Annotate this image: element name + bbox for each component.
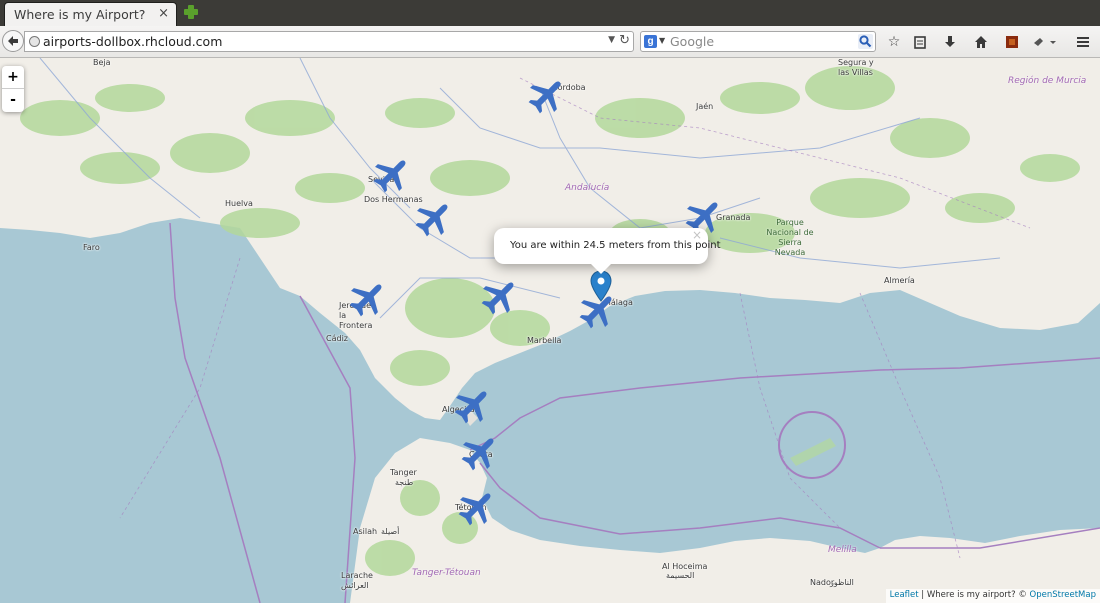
popup-tip [591,264,611,274]
map-attribution: Leaflet | Where is my airport? © OpenStr… [885,589,1100,603]
reload-icon[interactable]: ↻ [619,33,630,48]
location-popup: You are within 24.5 meters from this poi… [494,228,721,274]
engine-dropdown-icon[interactable]: ▼ [659,36,665,45]
airplane-marker-icon[interactable] [372,154,412,194]
place-label: Larache [341,571,373,580]
place-label: Tanger [390,468,417,477]
map-view[interactable]: Beja Córdoba Jaén Sevilla Dos Hermanas H… [0,58,1100,603]
popup-text: You are within 24.5 meters from this poi… [510,240,721,251]
place-label: أصيلة [381,527,400,536]
back-button[interactable] [2,30,24,52]
back-arrow-icon [8,36,18,46]
airplane-marker-icon[interactable] [480,276,520,316]
openstreetmap-link[interactable]: OpenStreetMap [1030,590,1096,600]
globe-icon [29,36,40,47]
region-label: Andalucía [565,183,610,193]
extension-icon[interactable] [1002,32,1022,52]
zoom-control: + - [2,66,24,112]
downloads-icon[interactable] [940,32,960,52]
google-icon[interactable]: g [644,35,657,48]
place-label: Almería [884,276,915,285]
region-label: Tanger-Tétouan [412,568,481,578]
park-label: Parque Nacional de Sierra Nevada [766,218,814,257]
tab-strip: Where is my Airport? × [0,0,1100,26]
attribution-text: | Where is my airport? © [918,590,1030,600]
place-label: Beja [93,58,111,67]
close-tab-icon[interactable]: × [158,6,169,21]
zoom-in-button[interactable]: + [2,66,24,89]
airplane-marker-icon[interactable] [460,432,500,472]
addon-dropdown-icon[interactable] [1030,32,1060,52]
url-bar[interactable]: airports-dollbox.rhcloud.com ▼ ↻ [24,31,634,52]
url-text[interactable]: airports-dollbox.rhcloud.com [43,34,222,49]
place-label: العرائش [341,581,369,590]
new-tab-icon[interactable] [183,4,199,20]
search-input[interactable]: Google [670,34,714,49]
place-label: طنجة [395,478,414,487]
airplane-marker-icon[interactable] [527,75,567,115]
region-label: Región de Murcia [1008,76,1087,86]
location-pin-icon[interactable] [589,270,613,302]
browser-tab[interactable]: Where is my Airport? × [4,2,177,26]
bookmarks-menu-icon[interactable] [910,32,930,52]
search-bar[interactable]: g ▼ Google [640,31,876,52]
popup-close-icon[interactable]: × [692,228,702,242]
menu-icon[interactable] [1073,32,1093,52]
airplane-marker-icon[interactable] [457,487,497,527]
navigation-toolbar: airports-dollbox.rhcloud.com ▼ ↻ g ▼ Goo… [0,26,1100,58]
place-label: الحسيمة [666,571,695,580]
place-label: Asilah [353,527,378,536]
bookmark-star-icon[interactable]: ☆ [884,32,904,52]
leaflet-link[interactable]: Leaflet [890,590,919,600]
zoom-out-button[interactable]: - [2,89,24,112]
place-label: Faro [83,243,100,252]
home-icon[interactable] [971,32,991,52]
tab-title: Where is my Airport? [14,7,146,22]
place-label: Jaén [696,102,714,111]
place-label: Segura y las Villas [838,58,874,77]
airplane-marker-icon[interactable] [348,278,388,318]
place-label: الناظور [830,578,854,587]
history-dropdown-icon[interactable]: ▼ [608,35,615,45]
airplane-marker-icon[interactable] [453,385,493,425]
airplane-marker-icon[interactable] [414,198,454,238]
region-label: Melilla [828,545,857,555]
place-label: Cádiz [326,334,348,343]
search-icon[interactable] [858,34,873,49]
place-label: Marbella [527,336,562,345]
place-label: Huelva [225,199,253,208]
map-tiles [0,58,1100,603]
